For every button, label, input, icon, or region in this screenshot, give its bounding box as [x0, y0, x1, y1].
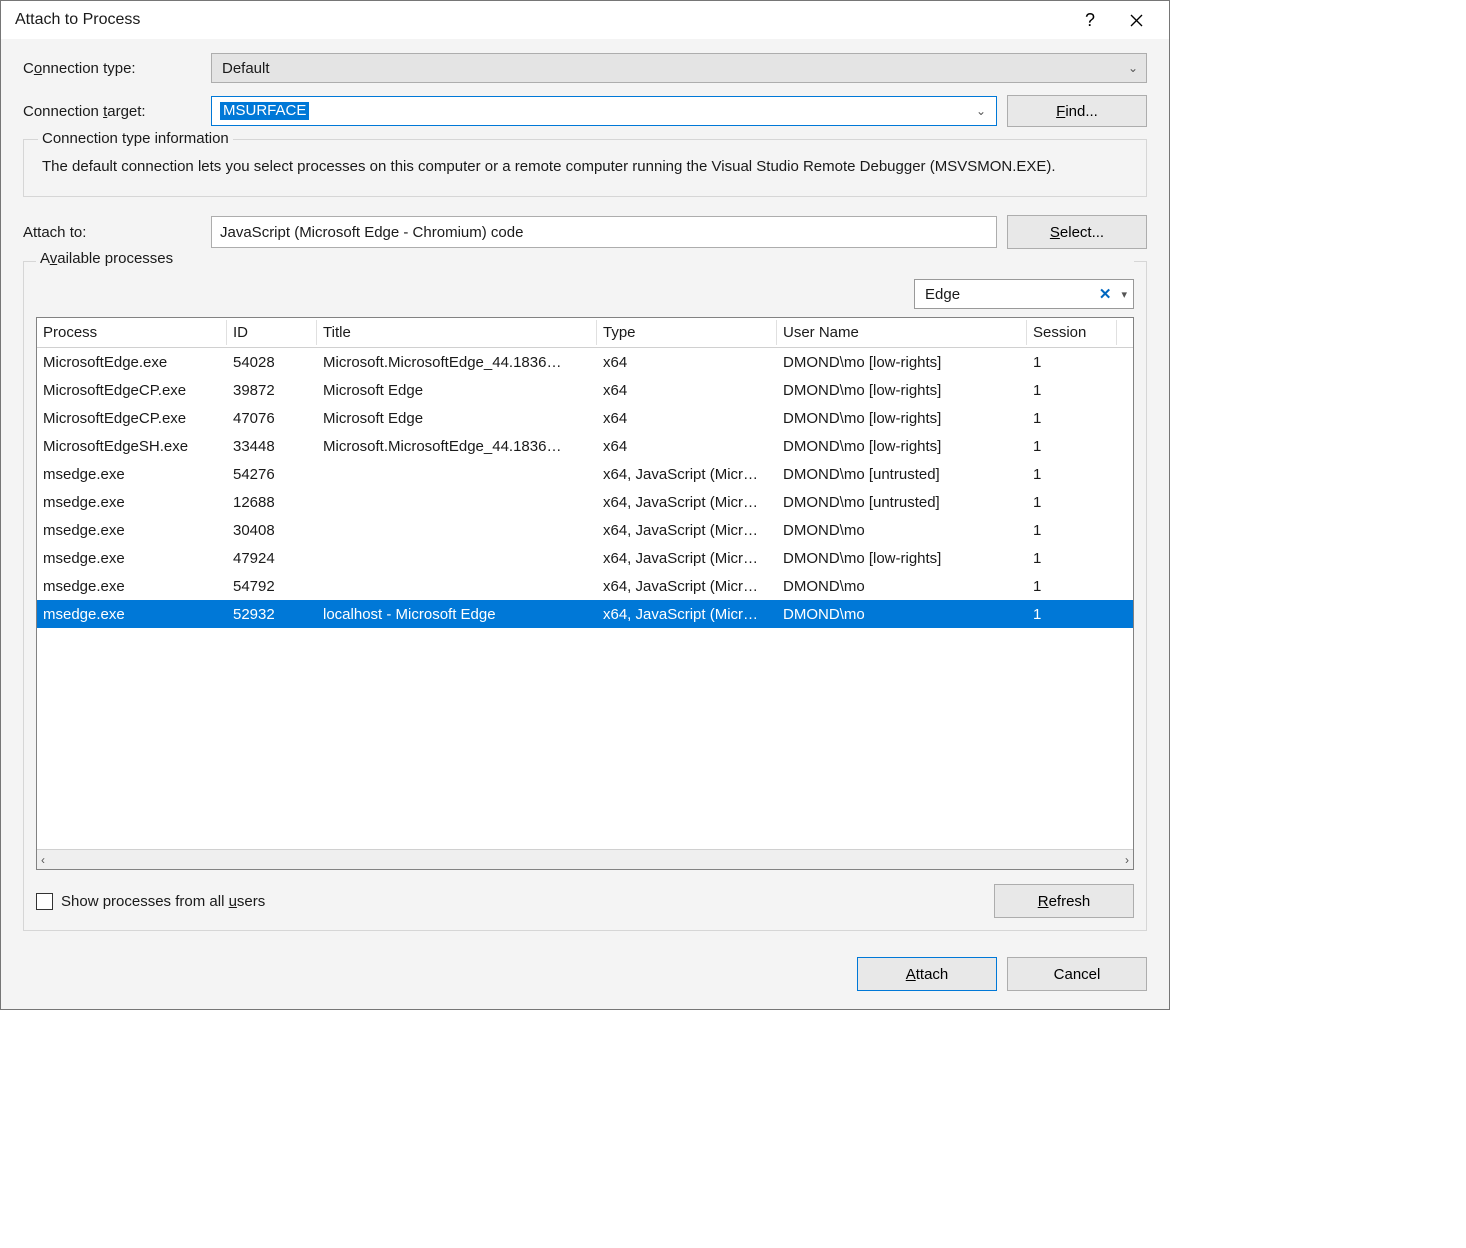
attach-to-field: JavaScript (Microsoft Edge - Chromium) c… [211, 216, 997, 248]
col-session[interactable]: Session [1027, 320, 1117, 345]
chevron-down-icon: ⌄ [1128, 61, 1138, 75]
clear-filter-icon[interactable]: ✕ [1099, 285, 1112, 303]
select-button[interactable]: Select... [1007, 215, 1147, 249]
table-row[interactable]: msedge.exe30408x64, JavaScript (Micr…DMO… [37, 516, 1133, 544]
table-header[interactable]: Process ID Title Type User Name Session [37, 318, 1133, 348]
connection-target-value: MSURFACE [220, 102, 309, 120]
scroll-right-icon[interactable]: › [1125, 853, 1129, 867]
find-button[interactable]: Find... [1007, 95, 1147, 127]
table-row[interactable]: msedge.exe54792x64, JavaScript (Micr…DMO… [37, 572, 1133, 600]
process-table[interactable]: Process ID Title Type User Name Session … [36, 317, 1134, 870]
process-filter-input[interactable]: Edge ✕ ▾ [914, 279, 1134, 309]
titlebar: Attach to Process ? [1, 1, 1169, 39]
table-row[interactable]: msedge.exe47924x64, JavaScript (Micr…DMO… [37, 544, 1133, 572]
chevron-down-icon[interactable]: ▾ [1117, 288, 1127, 301]
table-row[interactable]: msedge.exe54276x64, JavaScript (Micr…DMO… [37, 460, 1133, 488]
close-button[interactable] [1113, 4, 1159, 36]
table-row[interactable]: msedge.exe52932localhost - Microsoft Edg… [37, 600, 1133, 628]
table-row[interactable]: MicrosoftEdgeCP.exe39872Microsoft Edgex6… [37, 376, 1133, 404]
table-body: MicrosoftEdge.exe54028Microsoft.Microsof… [37, 348, 1133, 849]
connection-info-text: The default connection lets you select p… [38, 155, 1132, 178]
cancel-button[interactable]: Cancel [1007, 957, 1147, 991]
col-process[interactable]: Process [37, 320, 227, 345]
connection-info-group: Connection type information The default … [23, 139, 1147, 197]
dialog-content: Connection type: Default ⌄ Connection ta… [1, 39, 1169, 1009]
table-row[interactable]: msedge.exe12688x64, JavaScript (Micr…DMO… [37, 488, 1133, 516]
connection-type-combo[interactable]: Default ⌄ [211, 53, 1147, 83]
scroll-left-icon[interactable]: ‹ [41, 853, 45, 867]
col-id[interactable]: ID [227, 320, 317, 345]
attach-to-label: Attach to: [23, 224, 201, 241]
col-type[interactable]: Type [597, 320, 777, 345]
available-processes-group: Available processes Edge ✕ ▾ Process ID … [23, 261, 1147, 931]
connection-type-label: Connection type: [23, 60, 201, 77]
refresh-button[interactable]: Refresh [994, 884, 1134, 918]
help-button[interactable]: ? [1067, 4, 1113, 36]
attach-button[interactable]: Attach [857, 957, 997, 991]
connection-target-combo[interactable]: MSURFACE ⌄ [211, 96, 997, 126]
dialog-title: Attach to Process [15, 11, 1067, 29]
connection-type-value: Default [222, 60, 270, 77]
connection-info-legend: Connection type information [38, 130, 233, 147]
col-title[interactable]: Title [317, 320, 597, 345]
show-all-users-checkbox[interactable]: Show processes from all users [36, 893, 265, 910]
table-row[interactable]: MicrosoftEdgeSH.exe33448Microsoft.Micros… [37, 432, 1133, 460]
table-row[interactable]: MicrosoftEdge.exe54028Microsoft.Microsof… [37, 348, 1133, 376]
checkbox-box-icon [36, 893, 53, 910]
filter-value: Edge [925, 286, 1093, 303]
connection-target-label: Connection target: [23, 103, 201, 120]
horizontal-scrollbar[interactable]: ‹ › [37, 849, 1133, 869]
col-user[interactable]: User Name [777, 320, 1027, 345]
table-row[interactable]: MicrosoftEdgeCP.exe47076Microsoft Edgex6… [37, 404, 1133, 432]
close-icon [1130, 14, 1143, 27]
chevron-down-icon: ⌄ [976, 104, 990, 118]
attach-to-value: JavaScript (Microsoft Edge - Chromium) c… [220, 224, 523, 241]
